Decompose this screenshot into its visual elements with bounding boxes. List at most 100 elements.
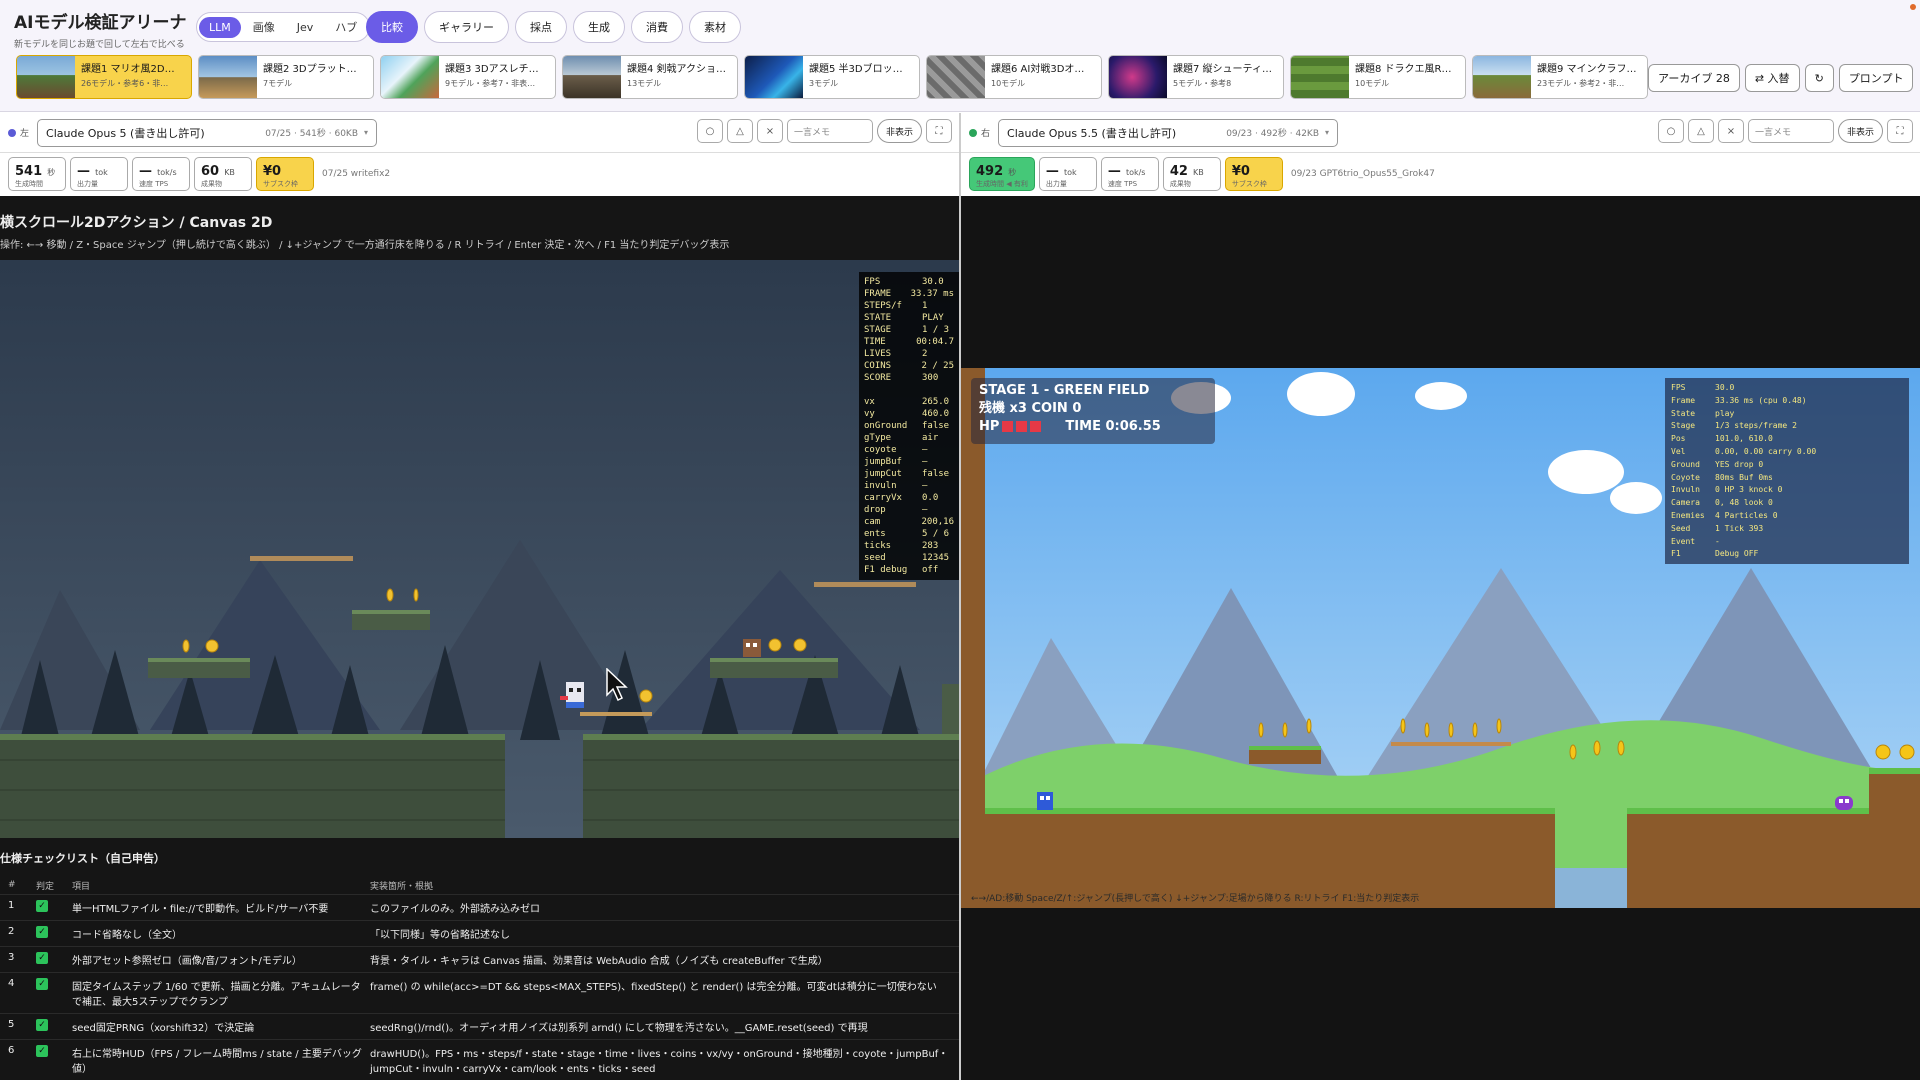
task-thumbnail bbox=[1291, 56, 1349, 98]
checklist-row: 2 ✓ コード省略なし（全文） 「以下同様」等の省略記述なし bbox=[0, 920, 959, 946]
left-game-title: 横スクロール2Dアクション / Canvas 2D bbox=[0, 215, 273, 231]
left-model-select[interactable]: Claude Opus 5 (書き出し許可) 07/25 · 541秒 · 60… bbox=[37, 118, 378, 147]
left-stats: 541 秒生成時間 — tok 出力量 — tok/s 速度 TPS 60 KB 成果… bbox=[8, 156, 390, 192]
task-sub: 7モデル bbox=[263, 79, 293, 88]
top-right-controls: アーカイブ 28 ⇄ 入替 ↻ プロンプト bbox=[1648, 64, 1914, 92]
circle-rating-icon[interactable]: ○ bbox=[697, 119, 723, 143]
left-note: 07/25 writefix2 bbox=[322, 169, 391, 179]
task-thumbnail bbox=[1473, 56, 1531, 98]
right-memo-input[interactable]: 一言メモ bbox=[1748, 119, 1834, 143]
right-side-label: 右 bbox=[981, 129, 991, 139]
lives-coins-label: 残機 x3 COIN 0 bbox=[979, 401, 1082, 416]
right-stats: 492 秒生成時間 ◀ 有利 — tok 出力量 — tok/s 速度 TPS 42… bbox=[969, 156, 1435, 192]
stat-subscription: ¥0 サブスク枠 bbox=[256, 157, 314, 191]
stat-artifact: 42 KB 成果物 bbox=[1162, 157, 1221, 191]
task-card[interactable]: 課題7 縦シューティ… 5モデル・参考8 bbox=[1108, 55, 1284, 99]
nav-assets[interactable]: 素材 bbox=[689, 11, 741, 43]
mouse-cursor-icon bbox=[606, 668, 628, 702]
right-debug-hud: FPS 30.0 Frame 33.36 ms (cpu 0.48) State pl… bbox=[1665, 378, 1909, 564]
app-title: AIモデル検証アリーナ bbox=[14, 13, 187, 33]
mode-image[interactable]: 画像 bbox=[243, 15, 285, 39]
task-name: 課題6 AI対戦3Dオ… bbox=[991, 64, 1085, 75]
stage-label: STAGE 1 - GREEN FIELD bbox=[979, 383, 1150, 398]
task-sub: 9モデル・参考7・非表… bbox=[445, 79, 536, 88]
task-card[interactable]: 課題1 マリオ風2D… 26モデル・参考6・非… bbox=[16, 55, 192, 99]
archive-button[interactable]: アーカイブ 28 bbox=[1648, 64, 1740, 92]
notification-dot bbox=[1910, 4, 1916, 10]
task-thumbnail bbox=[199, 56, 257, 98]
task-thumbnail bbox=[745, 56, 803, 98]
cross-rating-icon[interactable]: × bbox=[757, 119, 783, 143]
mode-hub[interactable]: ハブ bbox=[325, 15, 367, 39]
task-thumbnail bbox=[1109, 56, 1167, 98]
left-model-meta: 07/25 · 541秒 · 60KB bbox=[265, 129, 358, 139]
left-pane-header: 左 Claude Opus 5 (書き出し許可) 07/25 · 541秒 · … bbox=[0, 113, 959, 153]
task-card[interactable]: 課題2 3Dプラット… 7モデル bbox=[198, 55, 374, 99]
mode-jev[interactable]: Jev bbox=[287, 17, 324, 38]
left-memo-input[interactable]: 一言メモ bbox=[787, 119, 873, 143]
mode-llm[interactable]: LLM bbox=[199, 16, 241, 38]
refresh-button[interactable]: ↻ bbox=[1804, 64, 1834, 92]
top-bar: AIモデル検証アリーナ 新モデルを同じお題で回して左右で比べる LLM 画像 J… bbox=[0, 0, 1920, 112]
checklist-row: 1 ✓ 単一HTMLファイル・file://で即動作。ビルド/サーバ不要 このファイル… bbox=[0, 894, 959, 920]
checklist-title: 仕様チェックリスト（自己申告） bbox=[0, 852, 165, 865]
hp-time-row: HP TIME 0:06.55 bbox=[979, 419, 1161, 434]
task-sub: 10モデル bbox=[1355, 79, 1390, 88]
task-card[interactable]: 課題9 マインクラフ… 23モデル・参考2・非… bbox=[1472, 55, 1648, 99]
chevron-down-icon: ▾ bbox=[1325, 128, 1330, 137]
stat-speed: — tok/s 速度 TPS bbox=[132, 157, 190, 191]
app-subtitle: 新モデルを同じお題で回して左右で比べる bbox=[14, 40, 185, 50]
task-name: 課題5 半3Dブロッ… bbox=[809, 64, 903, 75]
stat-subscription: ¥0 サブスク枠 bbox=[1224, 157, 1283, 191]
nav-compare[interactable]: 比較 bbox=[366, 11, 418, 43]
spec-checklist: 仕様チェックリスト（自己申告） # 判定 項目 実装箇所・根拠 1 ✓ 単一HTML… bbox=[0, 850, 959, 1080]
left-hide-button[interactable]: 非表示 bbox=[877, 119, 923, 143]
task-name: 課題1 マリオ風2D… bbox=[81, 64, 175, 75]
triangle-rating-icon[interactable]: △ bbox=[1688, 119, 1714, 143]
task-card[interactable]: 課題4 剣戟アクショ… 13モデル bbox=[562, 55, 738, 99]
left-pane-tools: ○ △ × 一言メモ 非表示 ⛶ bbox=[697, 119, 953, 143]
left-game-canvas[interactable] bbox=[0, 260, 959, 838]
hp-heart-icon bbox=[1016, 421, 1028, 432]
fullscreen-icon[interactable]: ⛶ bbox=[926, 119, 953, 143]
stat-output: — tok 出力量 bbox=[70, 157, 128, 191]
task-card[interactable]: 課題3 3Dアスレチ… 9モデル・参考7・非表… bbox=[380, 55, 556, 99]
nav-generate[interactable]: 生成 bbox=[573, 11, 625, 43]
circle-rating-icon[interactable]: ○ bbox=[1658, 119, 1684, 143]
stat-speed: — tok/s 速度 TPS bbox=[1100, 157, 1159, 191]
task-name: 課題7 縦シューティ… bbox=[1173, 64, 1272, 75]
task-sub: 13モデル bbox=[627, 79, 662, 88]
fullscreen-icon[interactable]: ⛶ bbox=[1887, 119, 1914, 143]
triangle-rating-icon[interactable]: △ bbox=[727, 119, 753, 143]
nav-gallery[interactable]: ギャラリー bbox=[424, 11, 509, 43]
hp-heart-icon bbox=[1030, 421, 1042, 432]
task-card[interactable]: 課題6 AI対戦3Dオ… 10モデル bbox=[926, 55, 1102, 99]
task-thumbnail bbox=[563, 56, 621, 98]
right-side-dot bbox=[969, 128, 977, 137]
task-name: 課題2 3Dプラット… bbox=[263, 64, 357, 75]
cross-rating-icon[interactable]: × bbox=[1718, 119, 1744, 143]
right-model-select[interactable]: Claude Opus 5.5 (書き出し許可) 09/23 · 492秒 · … bbox=[998, 118, 1339, 147]
right-hide-button[interactable]: 非表示 bbox=[1838, 119, 1884, 143]
task-sub: 23モデル・参考2・非… bbox=[1537, 79, 1625, 88]
right-note: 09/23 GPT6trio_Opus55_Grok47 bbox=[1290, 169, 1435, 179]
right-pane-tools: ○ △ × 一言メモ 非表示 ⛶ bbox=[1658, 119, 1914, 143]
prompt-button[interactable]: プロンプト bbox=[1838, 64, 1914, 92]
nav-consumption[interactable]: 消費 bbox=[631, 11, 683, 43]
check-icon: ✓ bbox=[36, 926, 48, 938]
task-name: 課題9 マインクラフ… bbox=[1537, 64, 1637, 75]
task-thumbnail bbox=[927, 56, 985, 98]
right-game-help: ←→/AD:移動 Space/Z/↑:ジャンプ(長押しで高く) ↓+ジャンプ:足… bbox=[971, 894, 1420, 904]
mode-switch: LLM 画像 Jev ハブ bbox=[196, 12, 371, 42]
stat-output: — tok 出力量 bbox=[1038, 157, 1097, 191]
stat-gen-time: 492 秒生成時間 ◀ 有利 bbox=[969, 157, 1035, 191]
task-card[interactable]: 課題5 半3Dブロッ… 3モデル bbox=[744, 55, 920, 99]
swap-button[interactable]: ⇄ 入替 bbox=[1744, 64, 1800, 92]
right-model-meta: 09/23 · 492秒 · 42KB bbox=[1226, 129, 1319, 139]
main-nav: 比較 ギャラリー 採点 生成 消費 素材 bbox=[366, 11, 741, 43]
nav-scoring[interactable]: 採点 bbox=[515, 11, 567, 43]
task-card[interactable]: 課題8 ドラクエ風R… 10モデル bbox=[1290, 55, 1466, 99]
right-model-name: Claude Opus 5.5 (書き出し許可) bbox=[1007, 126, 1177, 140]
left-side-dot bbox=[8, 128, 16, 137]
left-game-help: 操作: ←→ 移動 / Z・Space ジャンプ（押し続けで高く跳ぶ） / ↓+… bbox=[0, 240, 730, 251]
